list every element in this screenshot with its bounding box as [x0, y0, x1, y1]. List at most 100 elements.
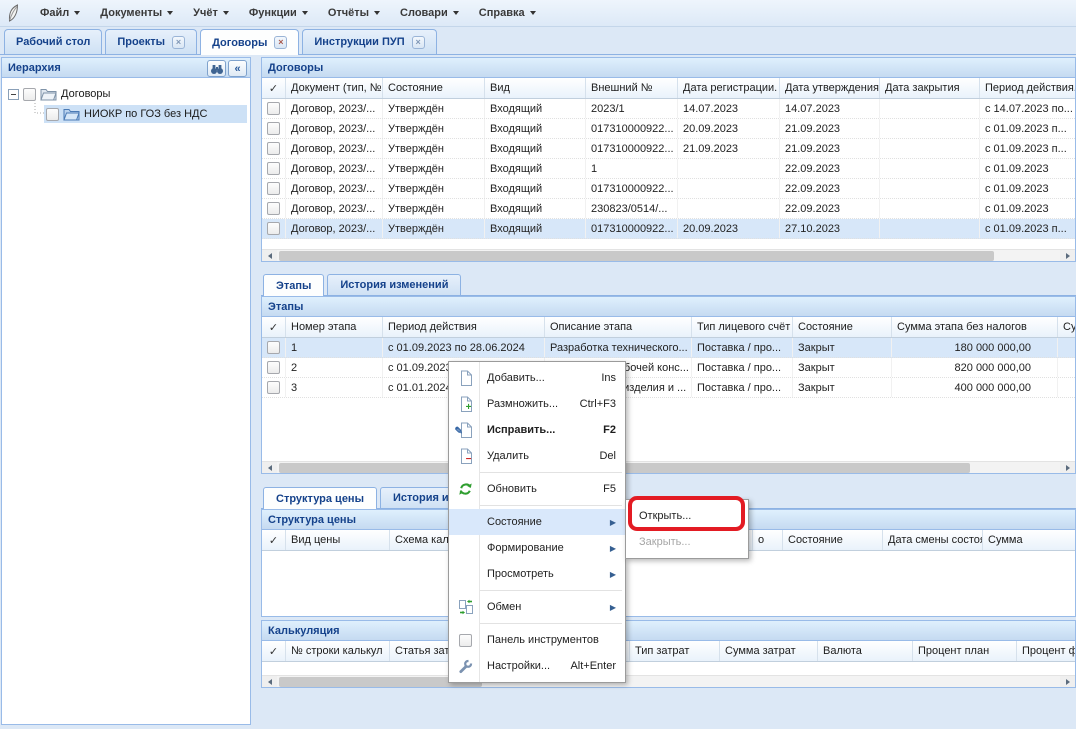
table-row[interactable]: 1с 01.09.2023 по 28.06.2024Разработка те… — [262, 338, 1075, 358]
tree-node-niokr[interactable]: НИОКР по ГОЗ без НДС — [2, 104, 250, 124]
context-menu-item[interactable]: Формирование▶ — [449, 535, 625, 561]
column-header[interactable]: Состояние — [383, 78, 485, 98]
column-header[interactable]: Номер этапа — [286, 317, 383, 337]
column-header[interactable]: Дата регистрации. — [678, 78, 780, 98]
table-row[interactable]: Договор, 2023/...УтверждёнВходящий2023/1… — [262, 99, 1075, 119]
tree-node-checkbox[interactable] — [46, 108, 59, 121]
table-row[interactable]: Договор, 2023/...УтверждёнВходящий017310… — [262, 219, 1075, 239]
tree-node-checkbox[interactable] — [23, 88, 36, 101]
column-header[interactable]: Вид цены — [286, 530, 390, 550]
hierarchy-title: Иерархия — [8, 62, 61, 77]
tree-selection[interactable]: НИОКР по ГОЗ без НДС — [44, 105, 247, 123]
column-header[interactable]: Период действия — [383, 317, 545, 337]
tab-active[interactable]: Договоры× — [200, 29, 299, 55]
tab-inactive[interactable]: Инструкции ПУП× — [302, 29, 436, 54]
menu-item[interactable]: Учёт — [183, 3, 239, 23]
menu-item-label: Добавить... — [487, 372, 545, 384]
search-button[interactable] — [207, 60, 226, 77]
column-header[interactable]: Процент ф — [1017, 641, 1075, 661]
column-header[interactable]: Состояние — [783, 530, 883, 550]
context-menu-item[interactable]: Панель инструментов — [449, 627, 625, 653]
select-all-column-header[interactable]: ✓ — [262, 78, 286, 98]
row-checkbox[interactable] — [267, 142, 280, 155]
row-checkbox[interactable] — [267, 341, 280, 354]
section-tab[interactable]: Структура цены — [263, 487, 377, 509]
select-all-column-header[interactable]: ✓ — [262, 641, 286, 661]
column-header[interactable]: Дата смены состоя — [883, 530, 983, 550]
scroll-right-icon[interactable] — [1060, 250, 1075, 262]
column-header[interactable]: Сумма — [983, 530, 1075, 550]
column-header[interactable]: Дата закрытия — [880, 78, 980, 98]
h-scrollbar[interactable] — [262, 461, 1075, 473]
tab-inactive[interactable]: Рабочий стол — [4, 29, 102, 54]
column-header[interactable]: Сумма — [1058, 317, 1075, 337]
table-row[interactable]: 3с 01.01.2024Изготовление изделия и ...П… — [262, 378, 1075, 398]
select-all-column-header[interactable]: ✓ — [262, 530, 286, 550]
scroll-left-icon[interactable] — [262, 462, 277, 474]
row-checkbox[interactable] — [267, 102, 280, 115]
column-header[interactable]: Процент план — [913, 641, 1017, 661]
column-header[interactable]: Тип лицевого счёт — [692, 317, 793, 337]
column-header[interactable]: Вид — [485, 78, 586, 98]
column-header[interactable]: Описание этапа — [545, 317, 692, 337]
scroll-right-icon[interactable] — [1060, 676, 1075, 688]
row-checkbox[interactable] — [267, 222, 280, 235]
column-header[interactable]: Дата утверждения — [780, 78, 880, 98]
menu-item[interactable]: Документы — [90, 3, 183, 23]
column-header[interactable]: Тип затрат — [630, 641, 720, 661]
h-scrollbar[interactable] — [262, 249, 1075, 261]
column-header[interactable]: Валюта — [818, 641, 913, 661]
section-tab[interactable]: Этапы — [263, 274, 324, 296]
context-menu-item[interactable]: ОбновитьF5 — [449, 476, 625, 502]
menu-item[interactable]: Справка — [469, 3, 546, 23]
select-all-column-header[interactable]: ✓ — [262, 317, 286, 337]
menu-item[interactable]: Функции — [239, 3, 318, 23]
menu-item[interactable]: Файл — [30, 3, 90, 23]
column-header[interactable]: Внешний № — [586, 78, 678, 98]
context-menu-item[interactable]: Просмотреть▶ — [449, 561, 625, 587]
table-row[interactable]: Договор, 2023/...УтверждёнВходящий017310… — [262, 179, 1075, 199]
scroll-left-icon[interactable] — [262, 676, 277, 688]
table-row[interactable]: 2с 01.09.2023Разработка рабочей конс...П… — [262, 358, 1075, 378]
h-scrollbar[interactable] — [262, 675, 1075, 687]
tab-close-icon[interactable]: × — [172, 36, 185, 49]
menu-item[interactable]: Отчёты — [318, 3, 390, 23]
menu-item[interactable]: Словари — [390, 3, 469, 23]
column-header[interactable]: Период действия... — [980, 78, 1075, 98]
tree-expander-icon[interactable] — [8, 89, 19, 100]
column-header[interactable]: Документ (тип, № — [286, 78, 383, 98]
row-checkbox[interactable] — [267, 361, 280, 374]
column-header[interactable]: Сумма этапа без налогов — [892, 317, 1058, 337]
context-menu-item[interactable]: Настройки...Alt+Enter — [449, 653, 625, 679]
context-menu-item[interactable]: −УдалитьDel — [449, 443, 625, 469]
context-menu-item[interactable]: Обмен▶ — [449, 594, 625, 620]
cell: 820 000 000,00 — [892, 358, 1058, 377]
table-row[interactable]: Договор, 2023/...УтверждёнВходящий017310… — [262, 119, 1075, 139]
table-row[interactable]: Договор, 2023/...УтверждёнВходящий122.09… — [262, 159, 1075, 179]
column-header[interactable]: Сумма затрат — [720, 641, 818, 661]
tab-close-icon[interactable]: × — [412, 36, 425, 49]
table-row[interactable]: Договор, 2023/...УтверждёнВходящий230823… — [262, 199, 1075, 219]
column-header[interactable]: Состояние — [793, 317, 892, 337]
cell — [880, 139, 980, 158]
row-checkbox[interactable] — [267, 202, 280, 215]
column-header[interactable]: о — [753, 530, 783, 550]
row-checkbox[interactable] — [267, 381, 280, 394]
row-checkbox[interactable] — [267, 122, 280, 135]
column-header[interactable]: № строки калькул — [286, 641, 390, 661]
tab-inactive[interactable]: Проекты× — [105, 29, 197, 54]
scroll-left-icon[interactable] — [262, 250, 277, 262]
context-menu-item[interactable]: Состояние▶ — [449, 509, 625, 535]
context-menu-item[interactable]: +Размножить...Ctrl+F3 — [449, 391, 625, 417]
scroll-thumb[interactable] — [279, 251, 994, 261]
section-tab[interactable]: История изменений — [327, 274, 461, 295]
row-checkbox[interactable] — [267, 182, 280, 195]
tree-node-contracts[interactable]: Договоры — [2, 84, 250, 104]
row-checkbox[interactable] — [267, 162, 280, 175]
table-row[interactable]: Договор, 2023/...УтверждёнВходящий017310… — [262, 139, 1075, 159]
context-menu-item[interactable]: Добавить...Ins — [449, 365, 625, 391]
scroll-right-icon[interactable] — [1060, 462, 1075, 474]
collapse-panel-button[interactable]: « — [228, 60, 247, 77]
tab-close-icon[interactable]: × — [274, 36, 287, 49]
context-menu-item[interactable]: ✎Исправить...F2 — [449, 417, 625, 443]
